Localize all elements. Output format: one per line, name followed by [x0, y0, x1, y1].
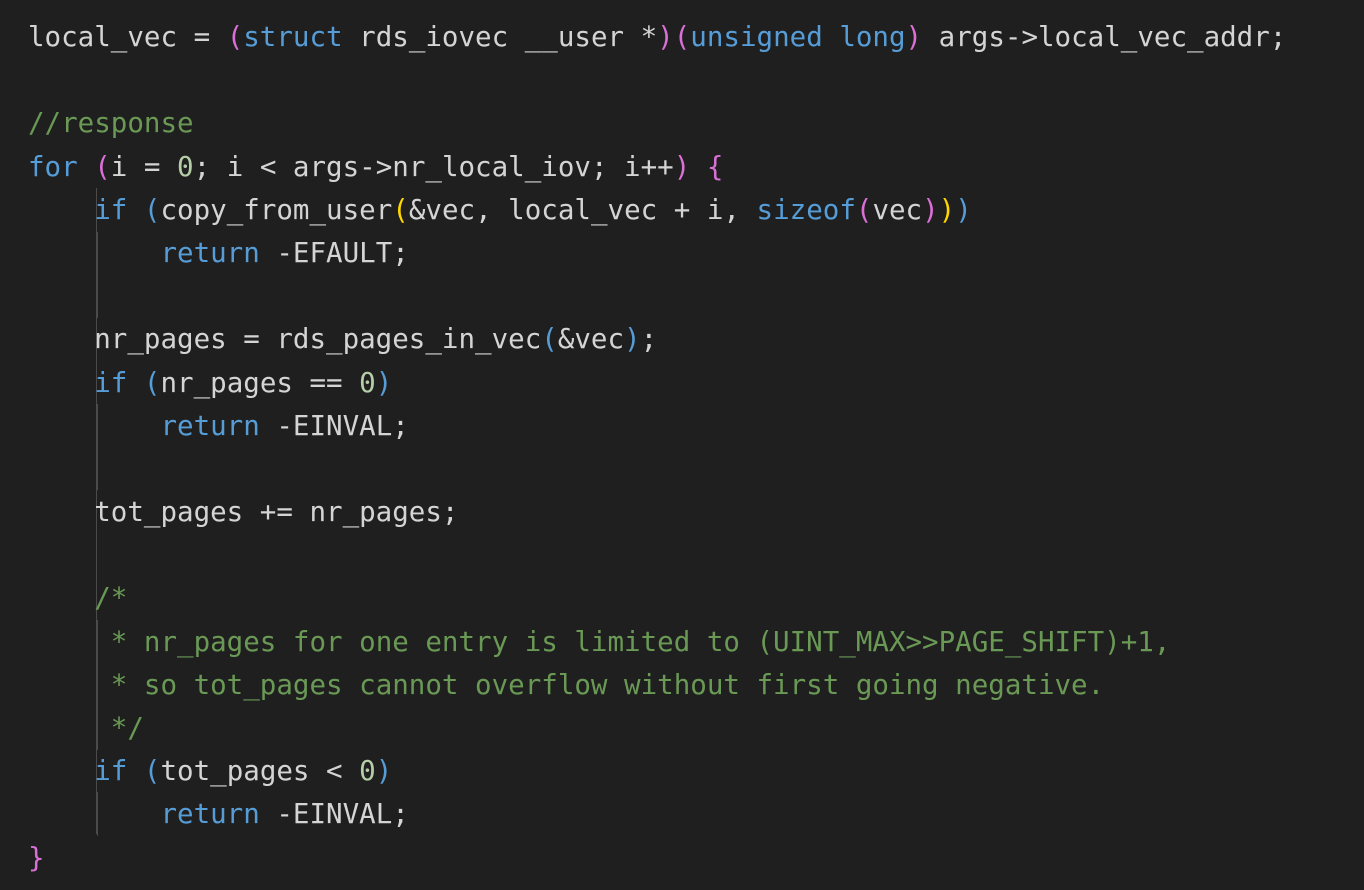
code-line: return -EINVAL;: [28, 793, 1286, 836]
code-token: &vec: [557, 323, 625, 356]
code-token: -EINVAL;: [259, 409, 409, 442]
code-token: for: [28, 150, 78, 183]
code-token: args->local_vec_addr;: [922, 21, 1287, 53]
code-token: tot_pages <: [160, 755, 360, 788]
code-token: (: [392, 193, 409, 226]
code-token: return: [160, 236, 260, 269]
code-token: long: [839, 21, 906, 53]
code-token: struct: [243, 21, 343, 53]
code-token: ): [673, 150, 691, 183]
code-token: ): [938, 193, 956, 226]
code-line: //response: [28, 102, 1286, 145]
code-token: (: [143, 366, 161, 399]
code-token: sizeof: [756, 193, 856, 226]
code-token: i =: [110, 150, 178, 183]
code-line: */: [28, 707, 1286, 750]
code-token: unsigned: [690, 21, 823, 53]
code-block[interactable]: local_vec = (struct rds_iovec __user *)(…: [28, 16, 1286, 880]
code-token: ): [624, 323, 641, 356]
code-token: if: [94, 193, 128, 226]
code-token: vec: [872, 193, 923, 226]
code-token: ): [955, 193, 972, 226]
code-token: ): [375, 755, 393, 788]
code-token: //response: [28, 107, 194, 140]
code-token: -EINVAL;: [259, 798, 409, 831]
code-line: nr_pages = rds_pages_in_vec(&vec);: [28, 318, 1286, 361]
code-token: (: [226, 21, 244, 53]
code-token: * so tot_pages cannot overflow without f…: [94, 668, 1105, 701]
code-line: local_vec = (struct rds_iovec __user *)(…: [28, 16, 1286, 59]
code-line: if (copy_from_user(&vec, local_vec + i, …: [28, 189, 1286, 232]
code-token: (: [94, 150, 111, 183]
code-token: }: [28, 841, 45, 874]
code-editor[interactable]: local_vec = (struct rds_iovec __user *)(…: [0, 0, 1364, 890]
code-line: * so tot_pages cannot overflow without f…: [28, 664, 1286, 707]
code-token: /*: [94, 582, 128, 615]
code-line: tot_pages += nr_pages;: [28, 491, 1286, 534]
code-line: for (i = 0; i < args->nr_local_iov; i++)…: [28, 146, 1286, 189]
code-token: nr_pages ==: [160, 366, 360, 399]
code-token: ): [905, 21, 923, 53]
code-token: ;: [640, 323, 658, 356]
code-token: (: [855, 193, 873, 226]
code-token: tot_pages += nr_pages;: [28, 496, 459, 529]
code-line: }: [28, 837, 1286, 880]
code-token: ; i < args->nr_local_iov; i++: [193, 150, 674, 183]
code-token: &vec, local_vec + i,: [408, 193, 757, 226]
code-token: ): [375, 366, 393, 399]
code-token: return: [160, 409, 260, 442]
code-line: if (nr_pages == 0): [28, 362, 1286, 405]
code-token: return: [160, 798, 260, 831]
code-token: if: [94, 755, 128, 788]
code-line: if (tot_pages < 0): [28, 750, 1286, 793]
code-token: copy_from_user: [160, 193, 393, 226]
code-token: (: [143, 193, 161, 226]
code-token: (: [673, 21, 691, 53]
code-token: */: [94, 712, 144, 744]
code-token: nr_pages = rds_pages_in_vec: [28, 323, 542, 356]
code-token: {: [706, 150, 724, 183]
code-token: * nr_pages for one entry is limited to (…: [94, 625, 1171, 658]
code-token: rds_iovec __user *: [342, 21, 658, 53]
code-line: return -EINVAL;: [28, 405, 1286, 448]
code-token: (: [541, 323, 558, 356]
code-token: 0: [359, 755, 376, 788]
code-token: ): [922, 193, 939, 226]
code-line: return -EFAULT;: [28, 232, 1286, 275]
code-token: ): [657, 21, 674, 53]
code-line: * nr_pages for one entry is limited to (…: [28, 621, 1286, 664]
code-token: local_vec =: [28, 21, 227, 53]
code-line: /*: [28, 577, 1286, 620]
code-token: 0: [359, 366, 376, 399]
code-token: (: [143, 755, 161, 788]
code-token: -EFAULT;: [259, 236, 409, 269]
code-token: if: [94, 366, 128, 399]
code-token: 0: [177, 150, 194, 183]
